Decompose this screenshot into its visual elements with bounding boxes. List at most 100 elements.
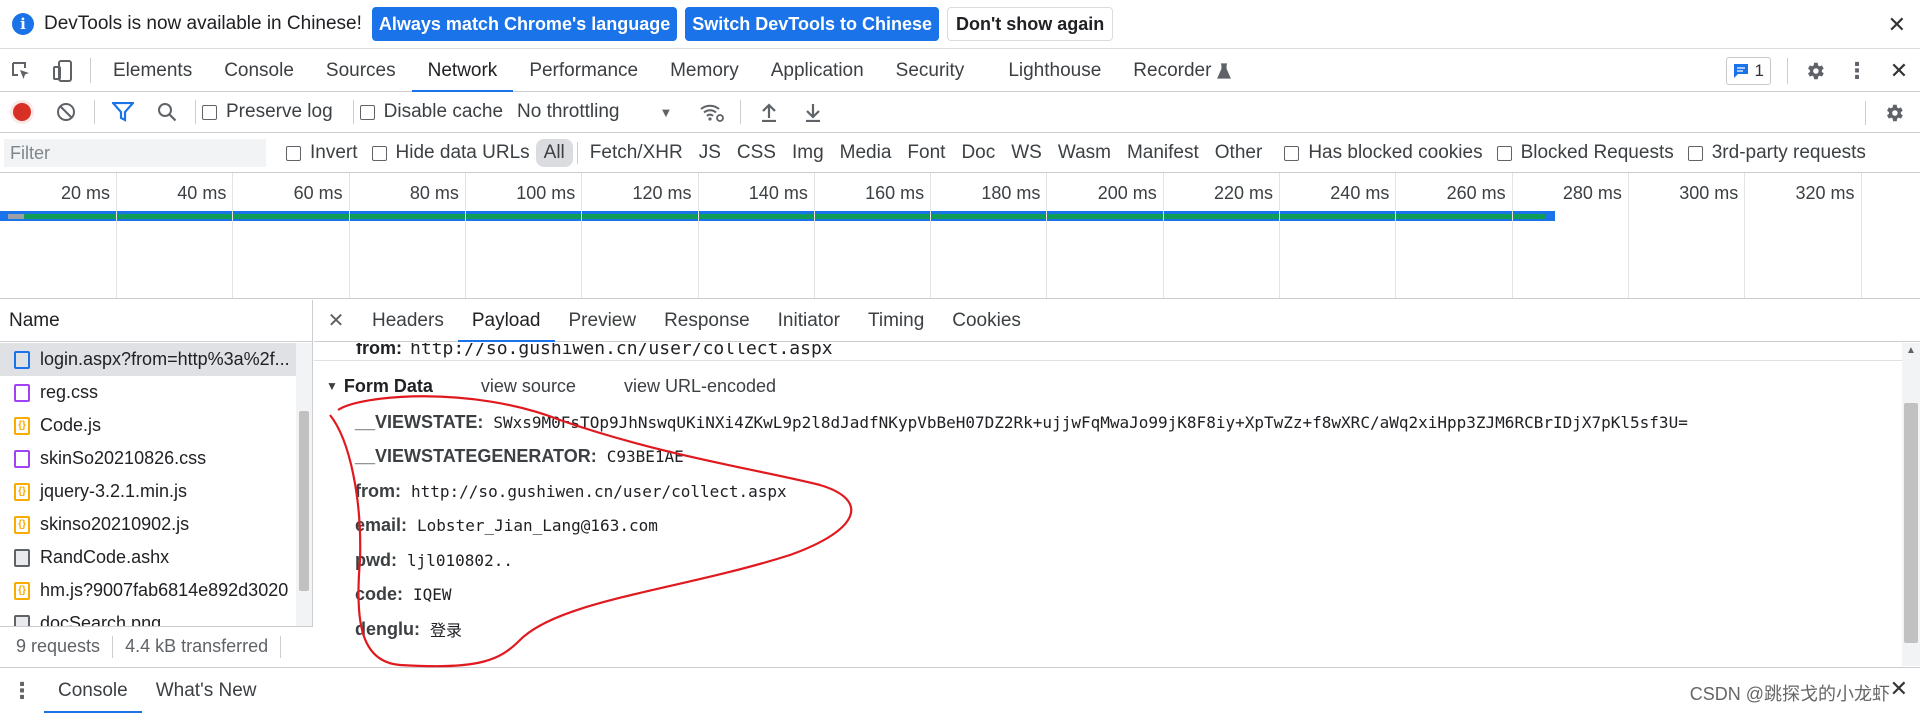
form-data-key: __VIEWSTATE: bbox=[355, 411, 484, 432]
type-filter-css[interactable]: CSS bbox=[729, 139, 784, 167]
settings-gear-icon[interactable] bbox=[1794, 60, 1836, 82]
drawer-tab-whats-new[interactable]: What's New bbox=[142, 668, 271, 713]
timeline-gridline bbox=[1511, 173, 1513, 298]
tab-initiator[interactable]: Initiator bbox=[764, 300, 854, 341]
tab-preview[interactable]: Preview bbox=[555, 300, 651, 341]
request-row[interactable]: {} skinso20210902.js bbox=[0, 508, 297, 541]
network-conditions-icon[interactable] bbox=[690, 92, 734, 133]
type-filter-font[interactable]: Font bbox=[899, 139, 953, 167]
name-column-header[interactable]: Name bbox=[0, 300, 312, 342]
close-drawer-icon[interactable]: ✕ bbox=[1890, 676, 1908, 702]
has-blocked-cookies-checkbox[interactable]: Has blocked cookies bbox=[1284, 142, 1483, 164]
switch-to-chinese-button[interactable]: Switch DevTools to Chinese bbox=[685, 7, 939, 41]
type-filter-js[interactable]: JS bbox=[691, 139, 729, 167]
request-row[interactable]: {} jquery-3.2.1.min.js bbox=[0, 475, 297, 508]
request-row[interactable]: {} Code.js bbox=[0, 409, 297, 442]
request-row[interactable]: docSearch.png bbox=[0, 607, 297, 627]
clear-icon[interactable] bbox=[44, 92, 88, 133]
timeline-gridline bbox=[581, 173, 583, 298]
form-data-value: 登录 bbox=[430, 621, 463, 641]
close-devtools-icon[interactable]: ✕ bbox=[1878, 58, 1920, 84]
tab-headers[interactable]: Headers bbox=[358, 300, 458, 341]
type-filter-all[interactable]: All bbox=[535, 139, 573, 167]
tab-timing[interactable]: Timing bbox=[854, 300, 938, 341]
tab-application[interactable]: Application bbox=[755, 50, 880, 91]
filter-input[interactable]: Filter bbox=[4, 139, 266, 167]
timeline-gridline bbox=[464, 173, 466, 298]
network-settings-gear-icon[interactable] bbox=[1872, 92, 1916, 133]
request-row[interactable]: {} hm.js?9007fab6814e892d3020 bbox=[0, 574, 297, 607]
form-data-row: pwd: ljl010802.. bbox=[314, 543, 1902, 578]
request-detail-panel: ✕ Headers Payload Preview Response Initi… bbox=[314, 300, 1920, 666]
tab-sources[interactable]: Sources bbox=[310, 50, 412, 91]
tab-security[interactable]: Security bbox=[880, 50, 981, 91]
tab-performance[interactable]: Performance bbox=[513, 50, 654, 91]
view-url-encoded-link[interactable]: view URL-encoded bbox=[624, 376, 776, 397]
tab-cookies[interactable]: Cookies bbox=[938, 300, 1035, 341]
dont-show-again-button[interactable]: Don't show again bbox=[946, 7, 1114, 41]
tab-recorder[interactable]: Recorder bbox=[1117, 50, 1247, 91]
type-filter-fetch-xhr[interactable]: Fetch/XHR bbox=[582, 139, 691, 167]
tab-console[interactable]: Console bbox=[208, 50, 310, 91]
timeline-gridline bbox=[697, 173, 699, 298]
drawer-tab-console[interactable]: Console bbox=[44, 668, 142, 713]
record-button[interactable] bbox=[0, 92, 44, 133]
search-icon[interactable] bbox=[145, 92, 189, 133]
tab-lighthouse[interactable]: Lighthouse bbox=[980, 50, 1117, 91]
network-overview-timeline[interactable]: 20 ms 40 ms 60 ms 80 ms 100 ms 120 ms 140 ms 16… bbox=[0, 173, 1920, 299]
type-filter-media[interactable]: Media bbox=[832, 139, 900, 167]
form-data-value: IQEW bbox=[413, 585, 452, 605]
request-name: login.aspx?from=http%3a%2f... bbox=[40, 349, 290, 369]
payload-scrollbar[interactable]: ▲ bbox=[1902, 343, 1920, 666]
issues-badge[interactable]: 1 bbox=[1725, 56, 1771, 85]
request-row[interactable]: reg.css bbox=[0, 376, 297, 409]
type-filter-ws[interactable]: WS bbox=[1003, 139, 1050, 167]
tab-payload[interactable]: Payload bbox=[457, 300, 555, 342]
third-party-requests-label: 3rd-party requests bbox=[1711, 142, 1866, 163]
request-row[interactable]: login.aspx?from=http%3a%2f... bbox=[0, 343, 297, 376]
type-filter-img[interactable]: Img bbox=[784, 139, 832, 167]
payload-scroll-thumb[interactable] bbox=[1904, 403, 1918, 643]
request-row[interactable]: skinSo20210826.css bbox=[0, 442, 297, 475]
tab-network[interactable]: Network bbox=[411, 50, 514, 92]
close-detail-icon[interactable]: ✕ bbox=[314, 300, 358, 341]
blocked-requests-checkbox[interactable]: Blocked Requests bbox=[1496, 142, 1674, 164]
device-toolbar-icon[interactable] bbox=[42, 50, 84, 91]
throttling-select[interactable]: No throttling ▼ bbox=[517, 101, 672, 123]
tab-elements[interactable]: Elements bbox=[97, 50, 208, 91]
type-filter-other[interactable]: Other bbox=[1207, 139, 1271, 167]
css-file-icon bbox=[14, 383, 30, 402]
form-data-row: from: http://so.gushiwen.cn/user/collect.… bbox=[314, 474, 1902, 509]
js-file-icon: {} bbox=[14, 515, 30, 534]
preserve-log-checkbox[interactable]: Preserve log bbox=[202, 101, 333, 123]
hide-data-urls-checkbox[interactable]: Hide data URLs bbox=[371, 142, 530, 164]
request-list-scrollbar[interactable] bbox=[296, 343, 312, 627]
request-row[interactable]: RandCode.ashx bbox=[0, 541, 297, 574]
type-filter-manifest[interactable]: Manifest bbox=[1119, 139, 1207, 167]
scroll-up-icon[interactable]: ▲ bbox=[1902, 345, 1920, 356]
request-name: docSearch.png bbox=[40, 613, 162, 627]
export-har-icon[interactable] bbox=[791, 92, 835, 133]
always-match-language-button[interactable]: Always match Chrome's language bbox=[371, 7, 678, 41]
timeline-tick-label: 160 ms bbox=[865, 183, 925, 203]
form-data-header[interactable]: ▼ Form Data view source view URL-encoded bbox=[314, 367, 1902, 405]
invert-checkbox[interactable]: Invert bbox=[286, 142, 358, 164]
type-filter-doc[interactable]: Doc bbox=[953, 139, 1003, 167]
disable-cache-checkbox[interactable]: Disable cache bbox=[359, 101, 504, 123]
inspect-element-icon[interactable] bbox=[0, 50, 42, 91]
tab-response[interactable]: Response bbox=[650, 300, 764, 341]
disable-cache-label: Disable cache bbox=[383, 101, 504, 122]
import-har-icon[interactable] bbox=[747, 92, 791, 133]
drawer-menu-icon[interactable]: ⋮ bbox=[0, 668, 44, 713]
form-data-key: pwd: bbox=[355, 549, 397, 570]
more-options-icon[interactable]: ⋮ bbox=[1836, 58, 1878, 84]
view-source-link[interactable]: view source bbox=[481, 376, 576, 397]
type-filter-wasm[interactable]: Wasm bbox=[1050, 139, 1119, 167]
timeline-tick-label: 40 ms bbox=[177, 183, 227, 203]
query-param-row: from: http://so.gushiwen.cn/user/collect… bbox=[314, 343, 1902, 361]
request-list-scroll-thumb[interactable] bbox=[299, 411, 309, 591]
tab-memory[interactable]: Memory bbox=[654, 50, 755, 91]
filter-funnel-icon[interactable] bbox=[101, 92, 145, 133]
third-party-requests-checkbox[interactable]: 3rd-party requests bbox=[1687, 142, 1866, 164]
close-icon[interactable]: ✕ bbox=[1888, 12, 1906, 38]
